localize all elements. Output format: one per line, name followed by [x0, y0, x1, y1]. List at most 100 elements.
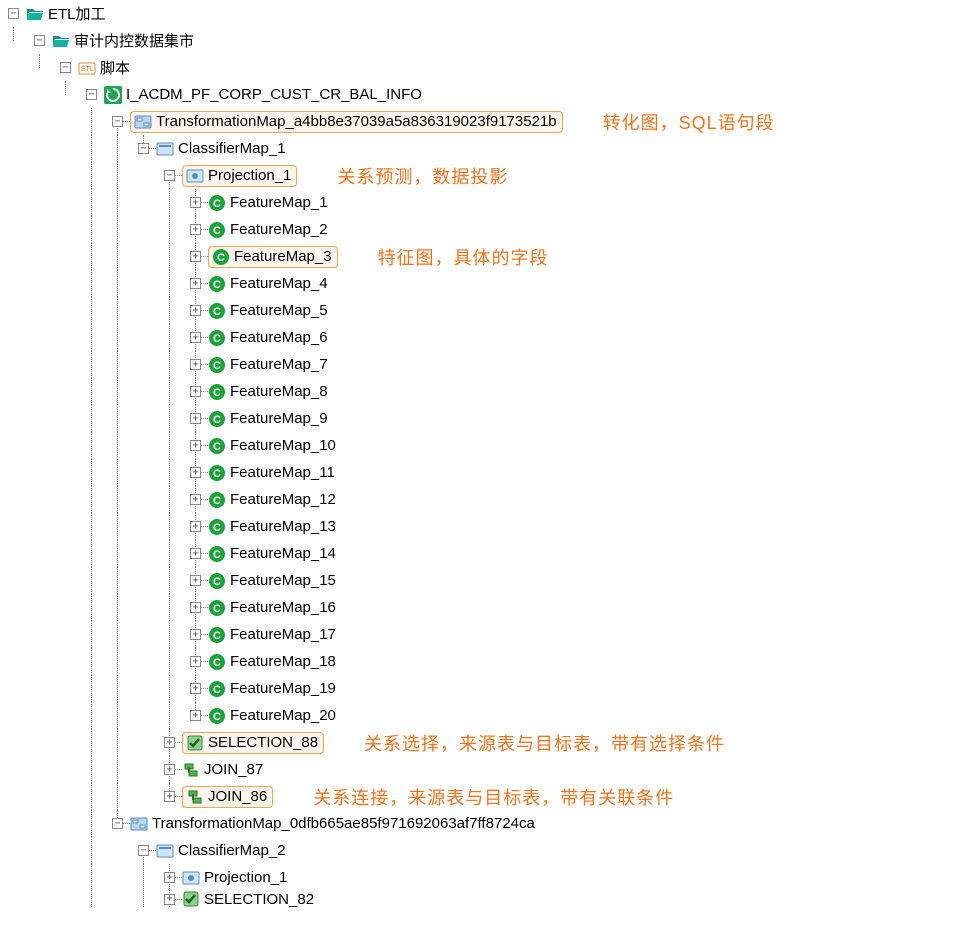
toggle[interactable]: −: [112, 818, 123, 829]
node-featuremap[interactable]: FeatureMap_18: [228, 653, 338, 670]
feature-icon: [208, 194, 226, 212]
toggle[interactable]: +: [190, 251, 201, 262]
node-featuremap[interactable]: FeatureMap_19: [228, 680, 338, 697]
toggle[interactable]: +: [190, 575, 201, 586]
tmap-icon: [134, 113, 152, 131]
toggle[interactable]: +: [164, 872, 175, 883]
node-featuremap[interactable]: FeatureMap_17: [228, 626, 338, 643]
feature-icon: [208, 572, 226, 590]
node-audit[interactable]: 审计内控数据集市: [72, 30, 196, 51]
feature-icon: [208, 356, 226, 374]
node-featuremap[interactable]: FeatureMap_6: [228, 329, 330, 346]
toggle[interactable]: +: [190, 278, 201, 289]
node-script[interactable]: 脚本: [98, 57, 132, 78]
node-acdm[interactable]: I_ACDM_PF_CORP_CUST_CR_BAL_INFO: [124, 86, 424, 103]
toggle[interactable]: +: [190, 224, 201, 235]
feature-icon: [208, 437, 226, 455]
node-featuremap[interactable]: FeatureMap_9: [228, 410, 330, 427]
node-proj1[interactable]: Projection_1: [206, 167, 293, 184]
toggle[interactable]: −: [138, 143, 149, 154]
annotation-sel88: 关系选择，来源表与目标表，带有选择条件: [364, 730, 725, 756]
node-cmap1[interactable]: ClassifierMap_1: [176, 140, 288, 157]
node-featuremap[interactable]: FeatureMap_4: [228, 275, 330, 292]
feature-icon: [208, 626, 226, 644]
feature-icon: [208, 464, 226, 482]
node-etl[interactable]: ETL加工: [46, 3, 108, 24]
toggle[interactable]: −: [112, 116, 123, 127]
toggle[interactable]: +: [190, 332, 201, 343]
tree-view: − ETL加工 − 审计内控数据集市 − 脚本 − I_ACDM_PF_CORP…: [0, 0, 980, 907]
node-join87[interactable]: JOIN_87: [202, 761, 265, 778]
cmap-icon: [156, 842, 174, 860]
toggle[interactable]: −: [86, 89, 97, 100]
node-cmap2[interactable]: ClassifierMap_2: [176, 842, 288, 859]
node-featuremap[interactable]: FeatureMap_20: [228, 707, 338, 724]
node-featuremap[interactable]: FeatureMap_11: [228, 464, 337, 481]
join-icon: [186, 788, 204, 806]
toggle[interactable]: +: [190, 359, 201, 370]
toggle[interactable]: +: [190, 710, 201, 721]
toggle[interactable]: +: [190, 386, 201, 397]
toggle[interactable]: +: [190, 494, 201, 505]
etl-icon: [78, 59, 96, 77]
node-featuremap[interactable]: FeatureMap_8: [228, 383, 330, 400]
selection-icon: [186, 734, 204, 752]
feature-icon: [208, 680, 226, 698]
node-tmap1[interactable]: TransformationMap_a4bb8e37039a5a83631902…: [154, 113, 559, 130]
feature-icon: [208, 221, 226, 239]
feature-icon: [208, 302, 226, 320]
toggle[interactable]: +: [190, 629, 201, 640]
folder-open-icon: [26, 5, 44, 23]
feature-icon: [208, 383, 226, 401]
node-featuremap[interactable]: FeatureMap_15: [228, 572, 338, 589]
tmap-icon: [130, 815, 148, 833]
node-featuremap[interactable]: FeatureMap_2: [228, 221, 330, 238]
node-featuremap[interactable]: FeatureMap_16: [228, 599, 338, 616]
toggle[interactable]: +: [190, 197, 201, 208]
node-join86[interactable]: JOIN_86: [206, 788, 269, 805]
annotation-fm3: 特征图，具体的字段: [378, 244, 549, 270]
feature-icon: [208, 275, 226, 293]
node-featuremap[interactable]: FeatureMap_5: [228, 302, 330, 319]
node-proj2[interactable]: Projection_1: [202, 869, 289, 886]
selection-icon: [182, 891, 200, 907]
node-featuremap[interactable]: FeatureMap_13: [228, 518, 338, 535]
toggle[interactable]: +: [164, 894, 175, 905]
refresh-icon: [104, 86, 122, 104]
toggle[interactable]: +: [190, 305, 201, 316]
toggle[interactable]: +: [190, 683, 201, 694]
feature-icon: [208, 653, 226, 671]
node-featuremap[interactable]: FeatureMap_10: [228, 437, 338, 454]
toggle[interactable]: +: [190, 440, 201, 451]
toggle[interactable]: −: [34, 35, 45, 46]
node-sel88[interactable]: SELECTION_88: [206, 734, 320, 751]
feature-icon: [208, 518, 226, 536]
node-featuremap[interactable]: FeatureMap_1: [228, 194, 330, 211]
toggle[interactable]: +: [164, 764, 175, 775]
feature-icon: [208, 410, 226, 428]
annotation-tmap1: 转化图，SQL语句段: [603, 109, 775, 135]
proj-icon: [182, 869, 200, 887]
node-tmap2[interactable]: TransformationMap_0dfb665ae85f971692063a…: [150, 815, 537, 832]
toggle[interactable]: +: [190, 656, 201, 667]
toggle[interactable]: +: [190, 548, 201, 559]
toggle[interactable]: +: [190, 467, 201, 478]
node-featuremap[interactable]: FeatureMap_14: [228, 545, 338, 562]
toggle[interactable]: −: [138, 845, 149, 856]
toggle[interactable]: +: [164, 791, 175, 802]
feature-icon: [208, 329, 226, 347]
node-featuremap[interactable]: FeatureMap_12: [228, 491, 338, 508]
toggle[interactable]: +: [164, 737, 175, 748]
node-sel82[interactable]: SELECTION_82: [202, 891, 316, 907]
annotation-proj1: 关系预测，数据投影: [337, 163, 508, 189]
feature-icon: [208, 545, 226, 563]
node-featuremap[interactable]: FeatureMap_3: [232, 248, 334, 265]
toggle[interactable]: −: [164, 170, 175, 181]
annotation-join86: 关系连接，来源表与目标表，带有关联条件: [313, 784, 674, 810]
toggle[interactable]: −: [60, 62, 71, 73]
toggle[interactable]: +: [190, 602, 201, 613]
toggle[interactable]: −: [8, 8, 19, 19]
toggle[interactable]: +: [190, 521, 201, 532]
node-featuremap[interactable]: FeatureMap_7: [228, 356, 330, 373]
toggle[interactable]: +: [190, 413, 201, 424]
